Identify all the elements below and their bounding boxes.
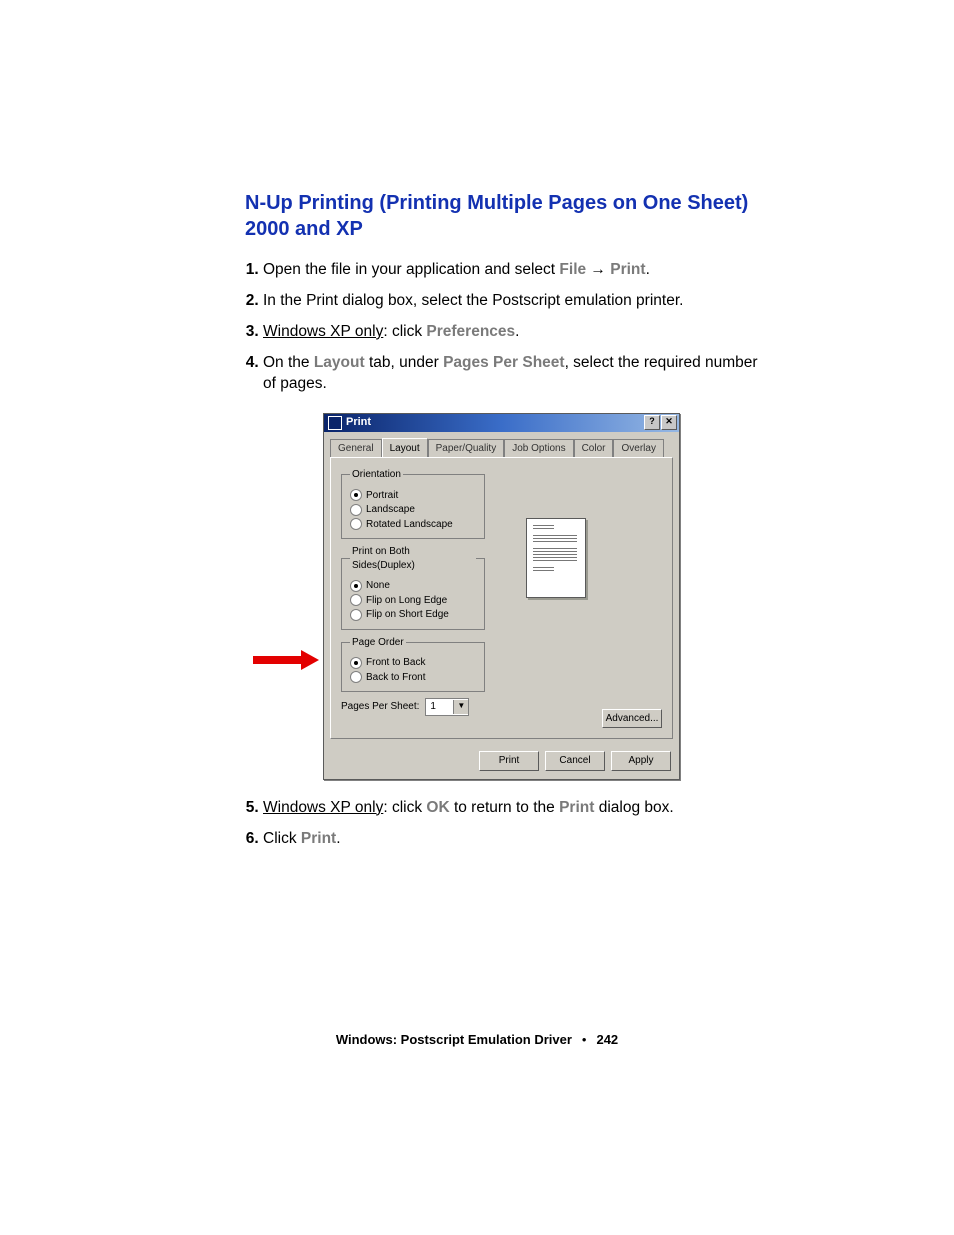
page-order-legend: Page Order [350, 636, 406, 650]
step-5: Windows XP only: click OK to return to t… [263, 798, 774, 819]
pages-per-sheet-row: Pages Per Sheet: 1 ▼ [341, 698, 491, 716]
step-3: Windows XP only: click Preferences. [263, 322, 774, 343]
radio-portrait[interactable]: Portrait [350, 489, 476, 503]
help-button[interactable]: ? [644, 415, 660, 430]
radio-label: Flip on Long Edge [366, 594, 447, 608]
page-preview [526, 518, 586, 598]
tab-panel-layout: Orientation Portrait Landscape Rotated L… [330, 457, 673, 739]
step-6: Click Print. [263, 829, 774, 850]
radio-label: Front to Back [366, 656, 425, 670]
radio-label: Rotated Landscape [366, 518, 453, 532]
pps-select[interactable]: 1 ▼ [425, 698, 469, 716]
tab-color[interactable]: Color [574, 439, 614, 459]
radio-icon [350, 489, 362, 501]
step-3-end: . [515, 323, 519, 340]
radio-label: None [366, 579, 390, 593]
step-5-mid: : click [383, 799, 426, 816]
radio-icon [350, 657, 362, 669]
radio-front-to-back[interactable]: Front to Back [350, 656, 476, 670]
footer-separator: • [582, 1032, 587, 1047]
duplex-group: Print on Both Sides(Duplex) None Flip on… [341, 545, 485, 630]
step-5-b: to return to the [450, 799, 559, 816]
duplex-legend: Print on Both Sides(Duplex) [350, 545, 476, 572]
preferences-label: Preferences [426, 323, 515, 340]
step-1-text-a: Open the file in your application and se… [263, 261, 559, 278]
pps-label-text: Pages Per Sheet [443, 354, 564, 371]
xp-only-3: Windows XP only [263, 323, 383, 340]
chevron-down-icon: ▼ [453, 700, 468, 714]
tab-paper-quality[interactable]: Paper/Quality [428, 439, 505, 459]
radio-icon [350, 671, 362, 683]
apply-button[interactable]: Apply [611, 751, 671, 771]
radio-label: Portrait [366, 489, 398, 503]
arrow-sep: → [586, 261, 610, 278]
radio-icon [350, 609, 362, 621]
print-label-5: Print [559, 799, 594, 816]
step-1-end: . [646, 261, 650, 278]
titlebar[interactable]: Print ? ✕ [324, 414, 679, 432]
radio-rotated-landscape[interactable]: Rotated Landscape [350, 518, 476, 532]
ok-label: OK [426, 799, 449, 816]
steps-list: Open the file in your application and se… [245, 260, 774, 849]
tab-row: General Layout Paper/Quality Job Options… [324, 432, 679, 458]
layout-label: Layout [314, 354, 365, 371]
print-dialog-icon [328, 416, 342, 430]
print-label-6: Print [301, 830, 336, 847]
tab-overlay[interactable]: Overlay [613, 439, 663, 459]
menu-print: Print [610, 261, 645, 278]
step-2: In the Print dialog box, select the Post… [263, 291, 774, 312]
radio-duplex-none[interactable]: None [350, 579, 476, 593]
step-4-b: tab, under [365, 354, 443, 371]
menu-file: File [559, 261, 586, 278]
cancel-button[interactable]: Cancel [545, 751, 605, 771]
dialog-title: Print [346, 415, 371, 430]
page-order-group: Page Order Front to Back Back to Front [341, 636, 485, 693]
radio-icon [350, 580, 362, 592]
step-1: Open the file in your application and se… [263, 260, 774, 281]
footer-section: Windows: Postscript Emulation Driver [336, 1032, 572, 1047]
step-4-a: On the [263, 354, 314, 371]
tab-layout[interactable]: Layout [382, 438, 428, 458]
step-6-end: . [336, 830, 340, 847]
page-heading: N-Up Printing (Printing Multiple Pages o… [245, 190, 774, 242]
radio-flip-long[interactable]: Flip on Long Edge [350, 594, 476, 608]
advanced-button[interactable]: Advanced... [602, 709, 662, 729]
orientation-legend: Orientation [350, 468, 403, 482]
radio-flip-short[interactable]: Flip on Short Edge [350, 608, 476, 622]
step-3-mid: : click [383, 323, 426, 340]
step-6-a: Click [263, 830, 301, 847]
radio-icon [350, 504, 362, 516]
pps-value: 1 [426, 700, 453, 714]
tab-general[interactable]: General [330, 439, 382, 459]
radio-icon [350, 518, 362, 530]
radio-label: Back to Front [366, 671, 425, 685]
page-footer: Windows: Postscript Emulation Driver • 242 [0, 1032, 954, 1047]
orientation-group: Orientation Portrait Landscape Rotated L… [341, 468, 485, 539]
step-4: On the Layout tab, under Pages Per Sheet… [263, 353, 774, 780]
pps-field-label: Pages Per Sheet: [341, 700, 419, 714]
footer-page-number: 242 [596, 1032, 618, 1047]
callout-arrow-icon [253, 652, 319, 668]
dialog-button-row: Print Cancel Apply [324, 745, 679, 779]
close-button[interactable]: ✕ [661, 415, 677, 430]
radio-back-to-front[interactable]: Back to Front [350, 671, 476, 685]
radio-label: Flip on Short Edge [366, 608, 449, 622]
dialog-screenshot: Print ? ✕ General Layout Paper/Quality J… [323, 413, 774, 780]
radio-icon [350, 594, 362, 606]
tab-job-options[interactable]: Job Options [504, 439, 573, 459]
radio-label: Landscape [366, 503, 415, 517]
print-dialog: Print ? ✕ General Layout Paper/Quality J… [323, 413, 680, 780]
xp-only-5: Windows XP only [263, 799, 383, 816]
print-button[interactable]: Print [479, 751, 539, 771]
step-5-end: dialog box. [594, 799, 673, 816]
radio-landscape[interactable]: Landscape [350, 503, 476, 517]
